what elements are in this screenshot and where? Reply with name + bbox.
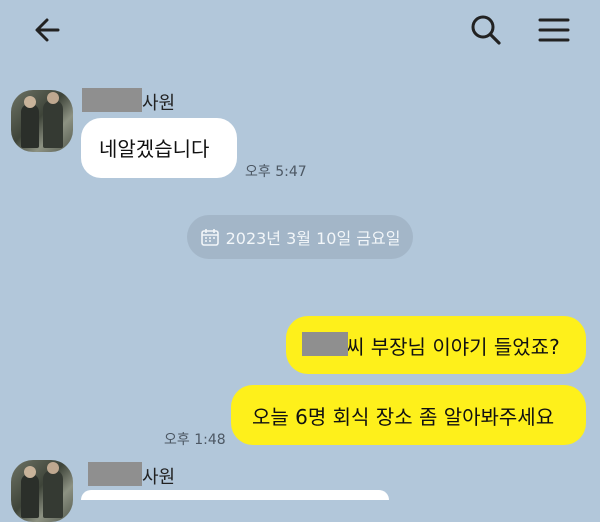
redacted-name <box>302 332 348 356</box>
message-bubble-outgoing[interactable]: 오늘 6명 회식 장소 좀 알아봐주세요 <box>231 385 586 445</box>
avatar[interactable] <box>11 460 73 522</box>
avatar[interactable] <box>11 90 73 152</box>
arrow-left-icon <box>35 18 60 42</box>
calendar-icon <box>200 229 219 246</box>
search-icon <box>471 15 501 45</box>
redacted-name <box>82 88 142 112</box>
redacted-name <box>88 462 142 486</box>
date-divider: 2023년 3월 10일 금요일 <box>187 215 413 259</box>
message-time: 오후 1:48 <box>164 432 226 448</box>
sender-name: 사원 <box>142 93 176 114</box>
menu-button[interactable] <box>532 10 576 50</box>
sender-name: 사원 <box>142 467 176 488</box>
message-time: 오후 5:47 <box>245 164 307 180</box>
back-button[interactable] <box>28 10 68 50</box>
chat-header <box>0 0 600 60</box>
message-text: 씨 부장님 이야기 들었죠? <box>346 335 560 359</box>
date-divider-text: 2023년 3월 10일 금요일 <box>225 229 401 248</box>
message-bubble-incoming[interactable] <box>81 490 389 500</box>
hamburger-menu-icon <box>538 18 570 42</box>
message-bubble-outgoing[interactable]: 씨 부장님 이야기 들었죠? <box>286 316 586 374</box>
search-button[interactable] <box>466 10 506 50</box>
message-bubble-incoming[interactable]: 네알겠습니다 <box>81 118 237 178</box>
